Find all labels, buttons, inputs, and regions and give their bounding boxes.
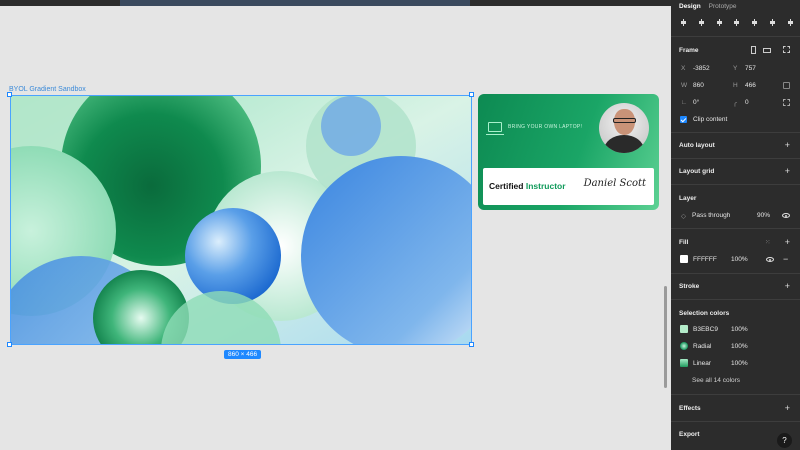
frame-section-title[interactable]: Frame <box>679 47 699 54</box>
divider <box>671 299 800 300</box>
divider <box>671 394 800 395</box>
align-center-v-icon[interactable] <box>750 18 759 27</box>
divider <box>671 132 800 133</box>
w-input[interactable]: 860 <box>693 82 704 89</box>
layout-grid-title: Layout grid <box>679 168 715 175</box>
landscape-icon[interactable] <box>763 48 771 53</box>
fill-title: Fill <box>679 239 689 246</box>
avatar-body <box>604 135 644 153</box>
selection-color-swatch[interactable] <box>680 325 688 333</box>
fill-eye-icon[interactable] <box>766 257 774 262</box>
x-label: X <box>681 65 686 72</box>
add-layout-grid-plus-icon[interactable]: + <box>785 167 790 176</box>
constrain-icon[interactable] <box>783 82 790 89</box>
divider <box>671 184 800 185</box>
x-input[interactable]: -3852 <box>693 65 710 72</box>
resize-to-fit-icon[interactable] <box>783 46 790 53</box>
y-label: Y <box>733 65 738 72</box>
divider <box>671 421 800 422</box>
resize-handle-tr[interactable] <box>469 92 474 97</box>
export-title: Export <box>679 431 700 438</box>
portrait-icon[interactable] <box>751 46 756 54</box>
remove-fill-minus-icon[interactable]: − <box>783 255 788 264</box>
divider <box>671 36 800 37</box>
gradient-frame[interactable] <box>10 95 472 345</box>
selection-color-name[interactable]: Radial <box>693 343 711 350</box>
layer-opacity-input[interactable]: 90% <box>757 212 770 219</box>
frame-size-badge: 860 × 466 <box>224 350 262 359</box>
tab-design[interactable]: Design <box>679 3 701 10</box>
tab-prototype[interactable]: Prototype <box>709 3 737 10</box>
layer-eye-icon[interactable] <box>782 213 790 218</box>
selection-color-swatch[interactable] <box>680 359 688 367</box>
align-center-h-icon[interactable] <box>697 18 706 27</box>
selection-color-name[interactable]: B3EBC9 <box>693 326 718 333</box>
add-fill-plus-icon[interactable]: + <box>785 238 790 247</box>
layer-title: Layer <box>679 195 697 202</box>
corner-radius-input[interactable]: 0 <box>745 99 749 106</box>
align-right-icon[interactable] <box>715 18 724 27</box>
fill-hex-input[interactable]: FFFFFF <box>693 256 717 263</box>
h-input[interactable]: 466 <box>745 82 756 89</box>
card-footer: Certified Instructor Daniel Scott <box>483 168 654 205</box>
laptop-icon <box>486 122 504 135</box>
avatar <box>599 103 649 153</box>
effects-title: Effects <box>679 405 701 412</box>
avatar-glasses <box>613 118 636 123</box>
gradient-artwork <box>11 96 471 344</box>
card-tagline: BRING YOUR OWN LAPTOP! <box>508 124 583 130</box>
selection-color-name[interactable]: Linear <box>693 360 711 367</box>
resize-handle-bl[interactable] <box>7 342 12 347</box>
frame-name-label[interactable]: BYOL Gradient Sandbox <box>9 86 86 93</box>
selection-color-opacity[interactable]: 100% <box>731 360 748 367</box>
instructor-word: Instructor <box>525 181 566 191</box>
resize-handle-tl[interactable] <box>7 92 12 97</box>
signature: Daniel Scott <box>583 178 646 189</box>
divider <box>671 273 800 274</box>
independent-corners-icon[interactable] <box>783 99 790 106</box>
resize-handle-br[interactable] <box>469 342 474 347</box>
add-stroke-plus-icon[interactable]: + <box>785 282 790 291</box>
clip-content-label: Clip content <box>693 116 728 123</box>
blend-mode-icon: ◇ <box>681 213 686 220</box>
blend-mode-select[interactable]: Pass through <box>692 212 730 219</box>
distribute-icon[interactable] <box>786 18 795 27</box>
align-top-icon[interactable] <box>732 18 741 27</box>
corner-radius-icon: ╭ <box>733 100 737 107</box>
clip-content-checkbox[interactable] <box>680 116 687 123</box>
fill-swatch[interactable] <box>680 255 688 263</box>
selection-color-opacity[interactable]: 100% <box>731 343 748 350</box>
divider <box>671 158 800 159</box>
selection-colors-title: Selection colors <box>679 310 730 317</box>
align-bottom-icon[interactable] <box>768 18 777 27</box>
canvas-scrollbar[interactable] <box>664 286 667 388</box>
rotation-input[interactable]: 0° <box>693 99 699 106</box>
w-label: W <box>681 82 688 89</box>
divider <box>671 228 800 229</box>
fill-styles-icon[interactable]: ⁙ <box>765 238 770 246</box>
selection-color-opacity[interactable]: 100% <box>731 326 748 333</box>
panel-tabs: Design Prototype <box>679 3 737 10</box>
align-left-icon[interactable] <box>679 18 688 27</box>
rotation-icon: ∟ <box>681 99 688 106</box>
help-icon[interactable]: ? <box>777 433 792 448</box>
add-auto-layout-plus-icon[interactable]: + <box>785 141 790 150</box>
certified-instructor-text: Certified Instructor <box>489 181 566 191</box>
h-label: H <box>733 82 738 89</box>
auto-layout-title: Auto layout <box>679 142 715 149</box>
certified-word: Certified <box>489 181 524 191</box>
design-panel: Design Prototype Frame X -3852 Y 757 W 8… <box>671 0 800 450</box>
alignment-toolbar <box>679 18 795 27</box>
see-all-colors-link[interactable]: See all 14 colors <box>692 377 740 384</box>
fill-opacity-input[interactable]: 100% <box>731 256 748 263</box>
y-input[interactable]: 757 <box>745 65 756 72</box>
stroke-title: Stroke <box>679 283 700 290</box>
selection-color-swatch[interactable] <box>680 342 688 350</box>
instructor-card[interactable]: BRING YOUR OWN LAPTOP! Certified Instruc… <box>478 94 659 210</box>
add-effect-plus-icon[interactable]: + <box>785 404 790 413</box>
